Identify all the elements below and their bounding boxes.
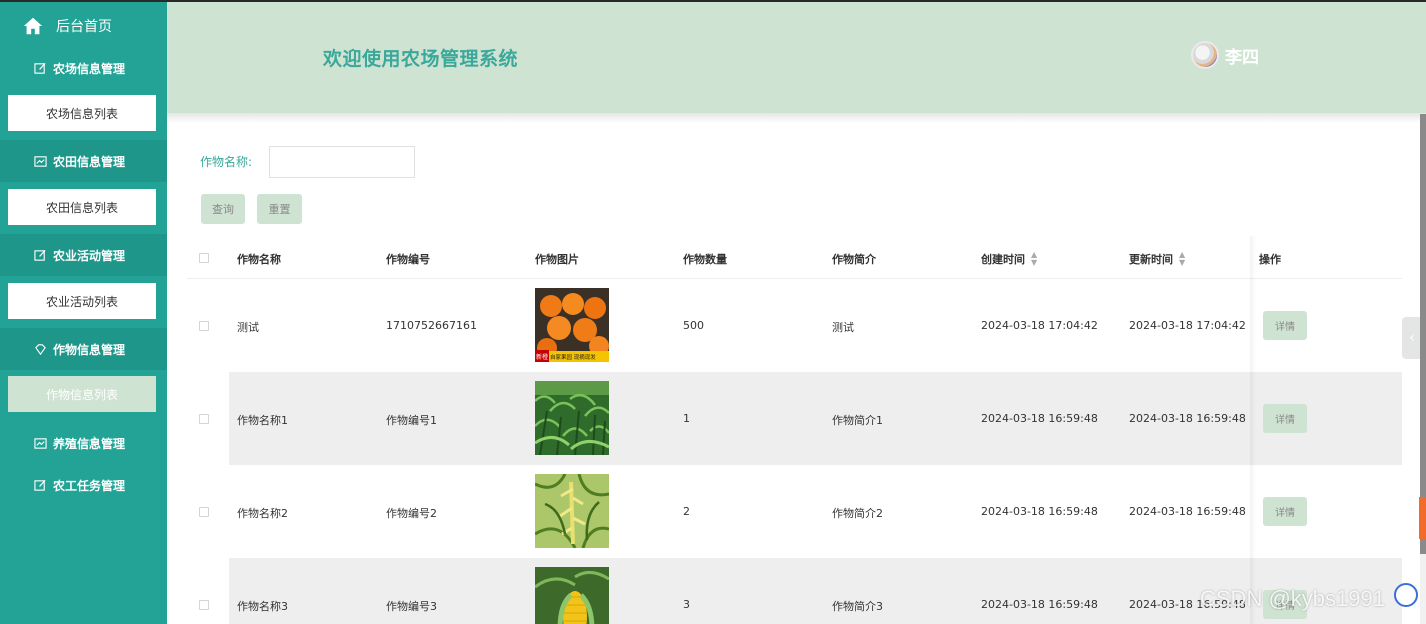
username: 李四 <box>1225 47 1259 68</box>
query-button[interactable]: 查询 <box>201 194 245 224</box>
row-checkbox[interactable] <box>199 507 209 517</box>
crop-name-input[interactable] <box>269 146 415 178</box>
created-time-cell: 2024-03-18 16:59:48 <box>981 505 1098 518</box>
sidebar-menu-farm[interactable]: 农场信息管理 <box>0 47 167 89</box>
crop-code-cell: 作物编号1 <box>386 414 437 427</box>
sidebar-menu-field[interactable]: 农田信息管理 <box>0 140 167 182</box>
sidebar: 后台首页 农场信息管理 农场信息列表 农田信息管理 农田信息列表 农业活动管理 … <box>0 2 167 624</box>
avatar <box>1191 41 1219 69</box>
crop-qty-cell: 2 <box>683 505 690 518</box>
mouse-cursor-icon: ☝ <box>88 434 97 450</box>
crop-image-cornfield <box>535 381 609 455</box>
crop-code-cell: 1710752667161 <box>386 319 477 332</box>
updated-time-cell: 2024-03-18 17:04:42 <box>1129 319 1246 332</box>
edit-icon <box>34 62 46 74</box>
fixed-column-shadow <box>1250 236 1256 624</box>
column-header: 作物名称 <box>237 253 281 266</box>
window-top-border <box>0 0 1426 2</box>
updated-time-cell: 2024-03-18 16:59:48 <box>1129 412 1246 425</box>
table-row: 作物名称2 作物编号2 2 作物简介2 2024-03-18 16:59:48 … <box>187 465 1402 558</box>
created-time-cell: 2024-03-18 16:59:48 <box>981 412 1098 425</box>
top-header: 欢迎使用农场管理系统 李四 <box>167 2 1426 113</box>
sort-icon[interactable]: ▲ ▼ <box>1031 251 1037 267</box>
home-icon <box>23 17 43 35</box>
chart-icon <box>34 437 47 449</box>
crop-code-cell: 作物编号3 <box>386 600 437 613</box>
column-header: 作物图片 <box>535 253 579 266</box>
sidebar-menu-label: 农工任务管理 <box>53 478 126 493</box>
crop-qty-cell: 500 <box>683 319 704 332</box>
user-menu[interactable]: 李四 <box>1191 41 1259 69</box>
sidebar-item-farm-list[interactable]: 农场信息列表 <box>8 95 156 131</box>
crop-image-corn-cob <box>535 567 609 624</box>
sidebar-menu-breeding[interactable]: 养殖信息管理 <box>0 422 167 464</box>
column-header: 作物编号 <box>386 253 430 266</box>
edit-icon <box>34 249 46 261</box>
crop-image-corn-tassel <box>535 474 609 548</box>
table-row: 作物名称1 作物编号1 1 作物简介1 2024-03-18 16:59:48 … <box>187 372 1402 465</box>
crop-name-cell: 作物名称3 <box>237 600 288 613</box>
column-header-updated[interactable]: 更新时间 ▲ ▼ <box>1129 251 1185 267</box>
detail-button[interactable]: 详情 <box>1263 404 1307 433</box>
column-header: 操作 <box>1259 253 1281 266</box>
crop-table: 作物名称 作物编号 作物图片 作物数量 作物简介 创建时间 ▲ ▼ 更新时间 ▲ ▼ 操… <box>187 236 1402 624</box>
row-checkbox[interactable] <box>199 414 209 424</box>
crop-qty-cell: 1 <box>683 412 690 425</box>
column-header: 作物数量 <box>683 253 727 266</box>
crop-name-cell: 测试 <box>237 321 259 334</box>
crop-intro-cell: 测试 <box>832 321 854 334</box>
edit-icon <box>34 479 46 491</box>
sidebar-item-activity-list[interactable]: 农业活动列表 <box>8 283 156 319</box>
created-time-cell: 2024-03-18 17:04:42 <box>981 319 1098 332</box>
side-marker <box>1419 497 1426 539</box>
sort-icon[interactable]: ▲ ▼ <box>1179 251 1185 267</box>
sidebar-menu-label: 作物信息管理 <box>53 342 126 357</box>
sidebar-menu-activity[interactable]: 农业活动管理 <box>0 234 167 276</box>
chart-icon <box>34 155 47 167</box>
sidebar-menu-label: 农场信息管理 <box>53 61 126 76</box>
crop-intro-cell: 作物简介1 <box>832 414 883 427</box>
floating-assistant-icon[interactable] <box>1394 583 1418 607</box>
header-shadow <box>167 113 1426 123</box>
sidebar-item-field-list[interactable]: 农田信息列表 <box>8 189 156 225</box>
crop-name-cell: 作物名称2 <box>237 507 288 520</box>
sidebar-home-link[interactable]: 后台首页 <box>22 12 112 40</box>
image-badge-text: 新橙 <box>536 353 548 361</box>
chevron-left-icon: ‹ <box>1409 330 1415 346</box>
sidebar-menu-label: 农业活动管理 <box>53 248 126 263</box>
crop-name-label: 作物名称: <box>200 155 253 169</box>
table-row: 测试 1710752667161 新橙 自家果园 现摘现发 500 测试 202… <box>187 279 1402 372</box>
created-time-cell: 2024-03-18 16:59:48 <box>981 598 1098 611</box>
crop-code-cell: 作物编号2 <box>386 507 437 520</box>
image-tag-text: 自家果园 现摘现发 <box>550 353 596 361</box>
crop-qty-cell: 3 <box>683 598 690 611</box>
crop-intro-cell: 作物简介2 <box>832 507 883 520</box>
table-header: 作物名称 作物编号 作物图片 作物数量 作物简介 创建时间 ▲ ▼ 更新时间 ▲ ▼ 操… <box>187 236 1402 279</box>
select-all-checkbox[interactable] <box>199 253 209 263</box>
detail-button[interactable]: 详情 <box>1263 497 1307 526</box>
sidebar-home-label: 后台首页 <box>56 19 112 35</box>
column-header-created[interactable]: 创建时间 ▲ ▼ <box>981 251 1037 267</box>
sidebar-menu-crop[interactable]: 作物信息管理 <box>0 328 167 370</box>
row-checkbox[interactable] <box>199 321 209 331</box>
sidebar-menu-label: 农田信息管理 <box>53 154 126 169</box>
column-header-label: 创建时间 <box>981 253 1025 266</box>
page-title: 欢迎使用农场管理系统 <box>323 48 519 70</box>
row-checkbox[interactable] <box>199 600 209 610</box>
detail-button[interactable]: 详情 <box>1263 311 1307 340</box>
crop-name-cell: 作物名称1 <box>237 414 288 427</box>
crop-image-oranges: 新橙 自家果园 现摘现发 <box>535 288 609 362</box>
side-collapse-tab[interactable]: ‹ <box>1402 317 1422 359</box>
scrollbar-thumb[interactable] <box>1420 114 1426 554</box>
sidebar-item-crop-list[interactable]: 作物信息列表 <box>8 376 156 412</box>
reset-button[interactable]: 重置 <box>257 194 302 224</box>
watermark: CSDN @kybs1991 <box>1200 586 1385 611</box>
updated-time-cell: 2024-03-18 16:59:48 <box>1129 505 1246 518</box>
column-header: 作物简介 <box>832 253 876 266</box>
diamond-icon <box>35 343 46 355</box>
sidebar-menu-worker-task[interactable]: 农工任务管理 <box>0 464 167 506</box>
column-header-label: 更新时间 <box>1129 253 1173 266</box>
crop-intro-cell: 作物简介3 <box>832 600 883 613</box>
